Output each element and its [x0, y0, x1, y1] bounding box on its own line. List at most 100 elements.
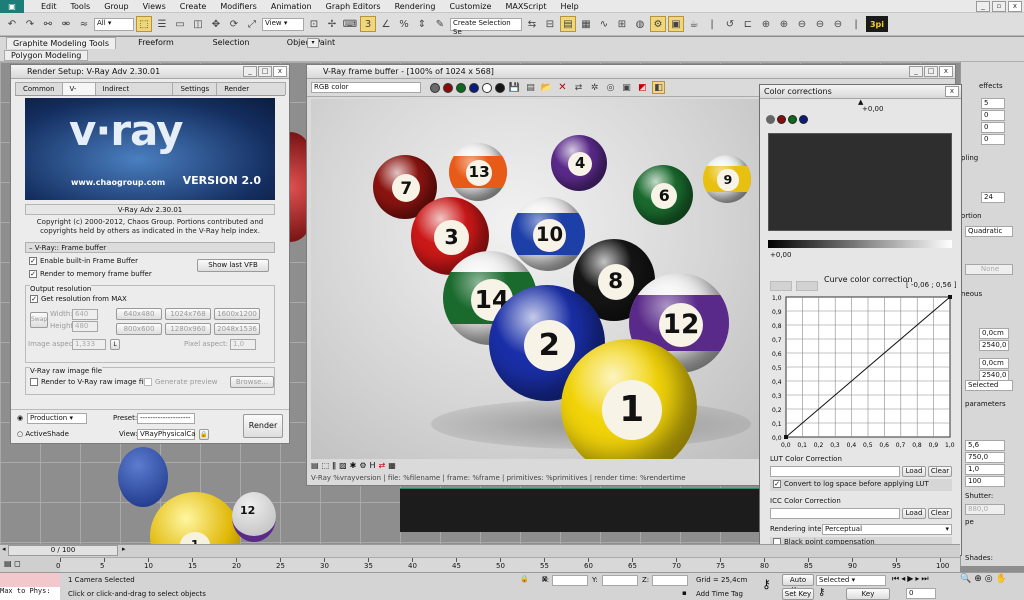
vfb-h-icon[interactable]: H	[370, 461, 376, 472]
cc-top-slider-marker-icon[interactable]: ▲	[858, 98, 863, 106]
channel-dot-red-icon[interactable]	[443, 82, 453, 93]
badge-3pi-icon[interactable]: 3pi	[866, 16, 888, 32]
menu-item-maxscript[interactable]: MAXScript	[498, 0, 553, 13]
render-setup-icon[interactable]: ⚙	[650, 16, 666, 32]
menu-item-graph-editors[interactable]: Graph Editors	[319, 0, 388, 13]
key-mode-icon[interactable]: ⚷	[762, 577, 771, 591]
lut-path-input[interactable]	[770, 466, 900, 477]
rs-close-icon[interactable]: x	[273, 66, 287, 77]
ribbon-sub-tab[interactable]: Polygon Modeling	[4, 50, 89, 61]
curve-plot[interactable]: 1,0 0,9 0,8 0,7 0,6 0,5 0,4 0,3 0,2 0,1 0,00,0 0,1 0…	[760, 291, 963, 451]
rp-cm2[interactable]: 0,0cm	[979, 358, 1009, 369]
vfb-lens-icon[interactable]: ▦	[388, 461, 396, 472]
curve-tool-btn-2[interactable]	[796, 281, 818, 291]
cc-gradient-bar[interactable]	[768, 240, 952, 248]
maxscript-output[interactable]: Max to Phys:	[0, 587, 60, 600]
rp-cm1[interactable]: 0,0cm	[979, 328, 1009, 339]
lut-clear-button[interactable]: Clear	[928, 466, 952, 477]
lock-aspect-button[interactable]: L	[110, 339, 120, 350]
save-image-icon[interactable]: 💾	[508, 81, 521, 94]
track-mouse-icon[interactable]: ⇄	[572, 81, 585, 94]
angle-snap-icon[interactable]: ∠	[378, 16, 394, 32]
auto-key-button[interactable]: Auto Key	[782, 574, 814, 594]
add-icon-a[interactable]: ⊕	[758, 16, 774, 32]
load-image-icon[interactable]: 📂	[540, 81, 553, 94]
channel-dot-blue-icon[interactable]	[469, 82, 479, 93]
ribbon-tab-0[interactable]: Graphite Modeling Tools	[6, 37, 116, 49]
ribbon-dropdown-icon[interactable]: ▾	[307, 38, 319, 48]
curve-tool-btn-1[interactable]	[770, 281, 792, 291]
res-preset-button[interactable]: 1024x768	[165, 308, 211, 320]
region-render-icon[interactable]: ✲	[588, 81, 601, 94]
clear-image-icon[interactable]: ✕	[556, 81, 569, 94]
lut-log-checkbox[interactable]: ✓ Convert to log space before applying LU…	[770, 479, 952, 491]
extra-icon-a[interactable]: ↺	[722, 16, 738, 32]
key-filters-button[interactable]: Key Filters...	[846, 588, 890, 600]
lut-icon[interactable]: ◩	[636, 81, 649, 94]
rp-val-1[interactable]: 5	[981, 98, 1005, 109]
key-selection-select[interactable]: Selected ▾	[816, 575, 886, 586]
rp-10[interactable]: 1,0	[965, 464, 1005, 475]
vfb-arrows-icon[interactable]: ⇄	[379, 461, 386, 472]
preset-select[interactable]: --------------------	[137, 413, 195, 424]
render-production-icon[interactable]: ☕	[686, 16, 702, 32]
channel-dot-white-icon[interactable]	[482, 82, 492, 93]
menu-item-group[interactable]: Group	[97, 0, 135, 13]
bind-space-warp-icon[interactable]: ≈	[76, 16, 92, 32]
view-select[interactable]: VRayPhysicalCa	[137, 429, 196, 440]
add-time-tag[interactable]: Add Time Tag	[696, 590, 743, 598]
rp-880[interactable]: 880,0	[965, 504, 1005, 515]
mirror-icon[interactable]: ⇆	[524, 16, 540, 32]
render-memory-checkbox[interactable]: ✓ Render to memory frame buffer	[29, 270, 152, 278]
menu-item-customize[interactable]: Customize	[442, 0, 498, 13]
cc-title[interactable]: Color corrections x	[760, 85, 961, 99]
rs-tab-indirect-illumination[interactable]: Indirect illumination	[94, 82, 174, 106]
app-logo-icon[interactable]: ▣	[0, 0, 24, 13]
remove-icon-b[interactable]: ⊖	[812, 16, 828, 32]
curve-point-start[interactable]	[784, 435, 788, 439]
channel-dot-rgb-icon[interactable]	[430, 82, 440, 93]
color-correct-icon[interactable]: ▣	[620, 81, 633, 94]
add-icon-b[interactable]: ⊕	[776, 16, 792, 32]
set-key-big-icon[interactable]: ⚷	[818, 587, 825, 598]
res-preset-button[interactable]: 1280x960	[165, 323, 211, 335]
spinner-snap-icon[interactable]: ⇕	[414, 16, 430, 32]
rp-val-4[interactable]: 0	[981, 134, 1005, 145]
vfb-title[interactable]: V-Ray frame buffer - [100% of 1024 x 568…	[307, 65, 955, 79]
time-next-icon[interactable]: ▸	[122, 545, 126, 553]
rp-quadratic[interactable]: Quadratic	[965, 226, 1013, 237]
align-icon[interactable]: ⊟	[542, 16, 558, 32]
vfb-stamp-icon[interactable]: ⬚	[322, 461, 330, 472]
rp-val-3[interactable]: 0	[981, 122, 1005, 133]
menu-item-help[interactable]: Help	[554, 0, 586, 13]
display-cc-icon[interactable]: ◧	[652, 81, 665, 94]
render-setup-title[interactable]: Render Setup: V-Ray Adv 2.30.01 _ □ x	[11, 65, 289, 79]
select-manipulate-icon[interactable]: ✢	[324, 16, 340, 32]
minimize-icon[interactable]: _	[976, 1, 990, 12]
gen-preview-checkbox[interactable]: Generate preview	[144, 378, 218, 386]
icc-clear-button[interactable]: Clear	[928, 508, 952, 519]
vfb-pixel-icon[interactable]: ✱	[350, 461, 357, 472]
named-selection-input[interactable]: Create Selection Se	[450, 17, 522, 36]
remove-icon-c[interactable]: ⊖	[830, 16, 846, 32]
rp-selected[interactable]: Selected	[965, 380, 1013, 391]
unlink-icon[interactable]: ⚮	[58, 16, 74, 32]
pixel-aspect-input[interactable]: 1,0	[230, 339, 256, 350]
vfb-close-icon[interactable]: x	[939, 66, 953, 77]
layer-manager-icon[interactable]: ▤	[560, 16, 576, 32]
production-radio[interactable]: ◉	[17, 414, 23, 422]
swap-button[interactable]: Swap	[30, 312, 48, 328]
vfb-maximize-icon[interactable]: □	[924, 66, 938, 77]
save-all-icon[interactable]: ▤	[524, 81, 537, 94]
cc-dot-red-icon[interactable]	[777, 115, 786, 124]
vfb-minimize-icon[interactable]: _	[909, 66, 923, 77]
select-object-icon[interactable]: ⬚	[136, 16, 152, 32]
remove-icon-a[interactable]: ⊖	[794, 16, 810, 32]
browse-button[interactable]: Browse...	[230, 376, 274, 388]
ref-coord-select[interactable]: View ▾	[262, 17, 304, 31]
next-frame-icon[interactable]: ▸	[915, 574, 919, 584]
rp-100[interactable]: 100	[965, 476, 1005, 487]
cc-dot-green-icon[interactable]	[788, 115, 797, 124]
menu-item-tools[interactable]: Tools	[64, 0, 98, 13]
play-icon[interactable]: ▶	[907, 574, 913, 584]
